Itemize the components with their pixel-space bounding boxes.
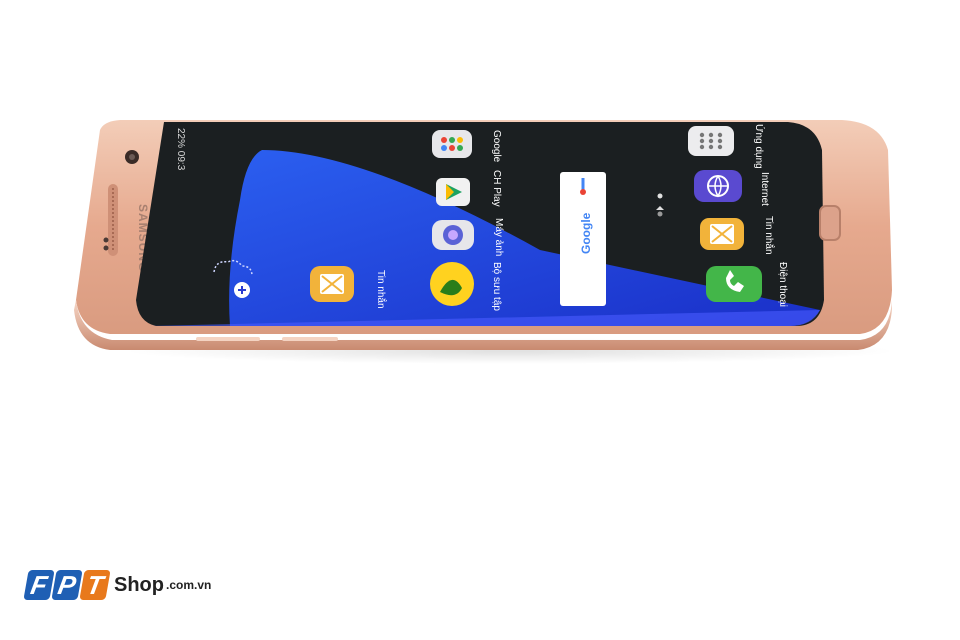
google-search-widget[interactable]: Google bbox=[560, 172, 606, 306]
logo-shop-text: Shop bbox=[114, 574, 164, 596]
photo-scene: SAMSUNG 22% 09:3 Tin nhắn Bộ sưu tập Máy… bbox=[0, 0, 960, 640]
logo-letter-f: F bbox=[23, 570, 55, 600]
google-logo: Google bbox=[579, 212, 593, 254]
volume-button bbox=[196, 337, 260, 341]
app-label: Tin nhắn bbox=[375, 270, 388, 309]
app-label: Bộ sưu tập bbox=[491, 262, 502, 311]
app-label: Ứng dụng bbox=[753, 124, 766, 169]
status-bar-text: 22% 09:3 bbox=[175, 128, 186, 171]
logo-letter-t: T bbox=[79, 570, 111, 600]
volume-button-2 bbox=[282, 337, 338, 341]
logo-domain-text: .com.vn bbox=[166, 578, 212, 592]
logo-letter-p: P bbox=[51, 570, 83, 600]
home-button[interactable] bbox=[819, 205, 841, 241]
sensor-dot-2 bbox=[103, 245, 109, 251]
app-label: Điện thoại bbox=[777, 262, 788, 307]
app-label: Google bbox=[491, 130, 502, 163]
app-icon-messages-dock[interactable]: Tin nhắn bbox=[700, 216, 776, 255]
app-label: CH Play bbox=[491, 170, 502, 207]
app-label: Tin nhắn bbox=[763, 216, 776, 255]
phone-photo: SAMSUNG 22% 09:3 Tin nhắn Bộ sưu tập Máy… bbox=[74, 120, 892, 350]
earpiece bbox=[108, 184, 118, 256]
app-label: Máy ảnh bbox=[493, 218, 504, 256]
app-label: Internet bbox=[759, 172, 770, 206]
logo-letters: F P T bbox=[23, 570, 111, 600]
fpt-shop-logo: F P T Shop .com.vn bbox=[23, 570, 212, 600]
sensor-dot bbox=[103, 237, 109, 243]
